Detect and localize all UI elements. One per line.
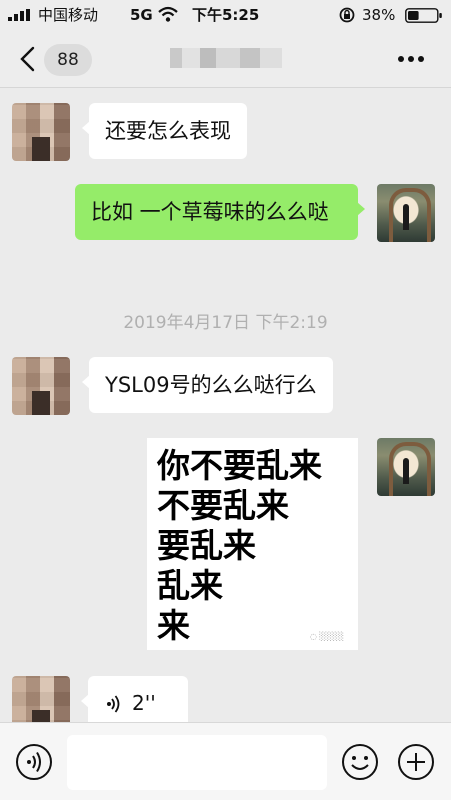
chevron-left-icon[interactable] bbox=[18, 46, 38, 72]
sticker-text-line: 乱来 bbox=[157, 566, 223, 605]
contact-name-pixelated bbox=[170, 48, 282, 68]
self-avatar[interactable] bbox=[377, 438, 435, 496]
more-dots-icon[interactable] bbox=[396, 54, 426, 64]
voice-wave-icon bbox=[107, 695, 120, 713]
self-avatar[interactable] bbox=[377, 184, 435, 242]
message-text: YSL09号的么么哒行么 bbox=[105, 373, 317, 397]
network-type: 5G bbox=[130, 6, 153, 24]
sticker-text-line: 你不要乱来 bbox=[157, 446, 322, 485]
contact-avatar[interactable] bbox=[12, 103, 70, 161]
plus-icon[interactable] bbox=[397, 743, 435, 781]
message-text: 比如 一个草莓味的么么哒 bbox=[91, 200, 329, 224]
wifi-icon bbox=[158, 6, 178, 22]
sticker-image[interactable]: 你不要乱来 不要乱来 要乱来 乱来 来 ◌ ░░░░ bbox=[147, 438, 358, 650]
chat-header: 88 bbox=[0, 30, 451, 88]
emoji-icon[interactable] bbox=[341, 743, 379, 781]
message-bubble-incoming[interactable]: 还要怎么表现 bbox=[82, 103, 247, 159]
signal-icon bbox=[8, 9, 30, 21]
input-bar bbox=[0, 722, 451, 800]
voice-duration: 2'' bbox=[132, 691, 156, 715]
battery-percent: 38% bbox=[362, 6, 396, 24]
sticker-text-line: 不要乱来 bbox=[157, 486, 289, 525]
contact-avatar[interactable] bbox=[12, 357, 70, 415]
sticker-watermark: ◌ ░░░░ bbox=[309, 632, 344, 641]
message-bubble-incoming[interactable]: YSL09号的么么哒行么 bbox=[82, 357, 333, 413]
clock: 下午5:25 bbox=[192, 6, 260, 24]
status-bar: 中国移动 5G 下午5:25 38% bbox=[0, 0, 451, 30]
rotation-lock-icon bbox=[339, 7, 355, 23]
sticker-text-line: 要乱来 bbox=[157, 526, 256, 565]
message-text: 还要怎么表现 bbox=[105, 119, 231, 143]
message-timestamp: 2019年4月17日 下午2:19 bbox=[123, 313, 328, 333]
carrier-name: 中国移动 bbox=[38, 6, 99, 24]
message-input[interactable] bbox=[67, 735, 327, 790]
unread-count-badge[interactable]: 88 bbox=[44, 44, 92, 76]
voice-icon[interactable] bbox=[15, 743, 53, 781]
message-bubble-outgoing[interactable]: 比如 一个草莓味的么么哒 bbox=[75, 184, 365, 240]
battery-icon bbox=[405, 8, 442, 23]
